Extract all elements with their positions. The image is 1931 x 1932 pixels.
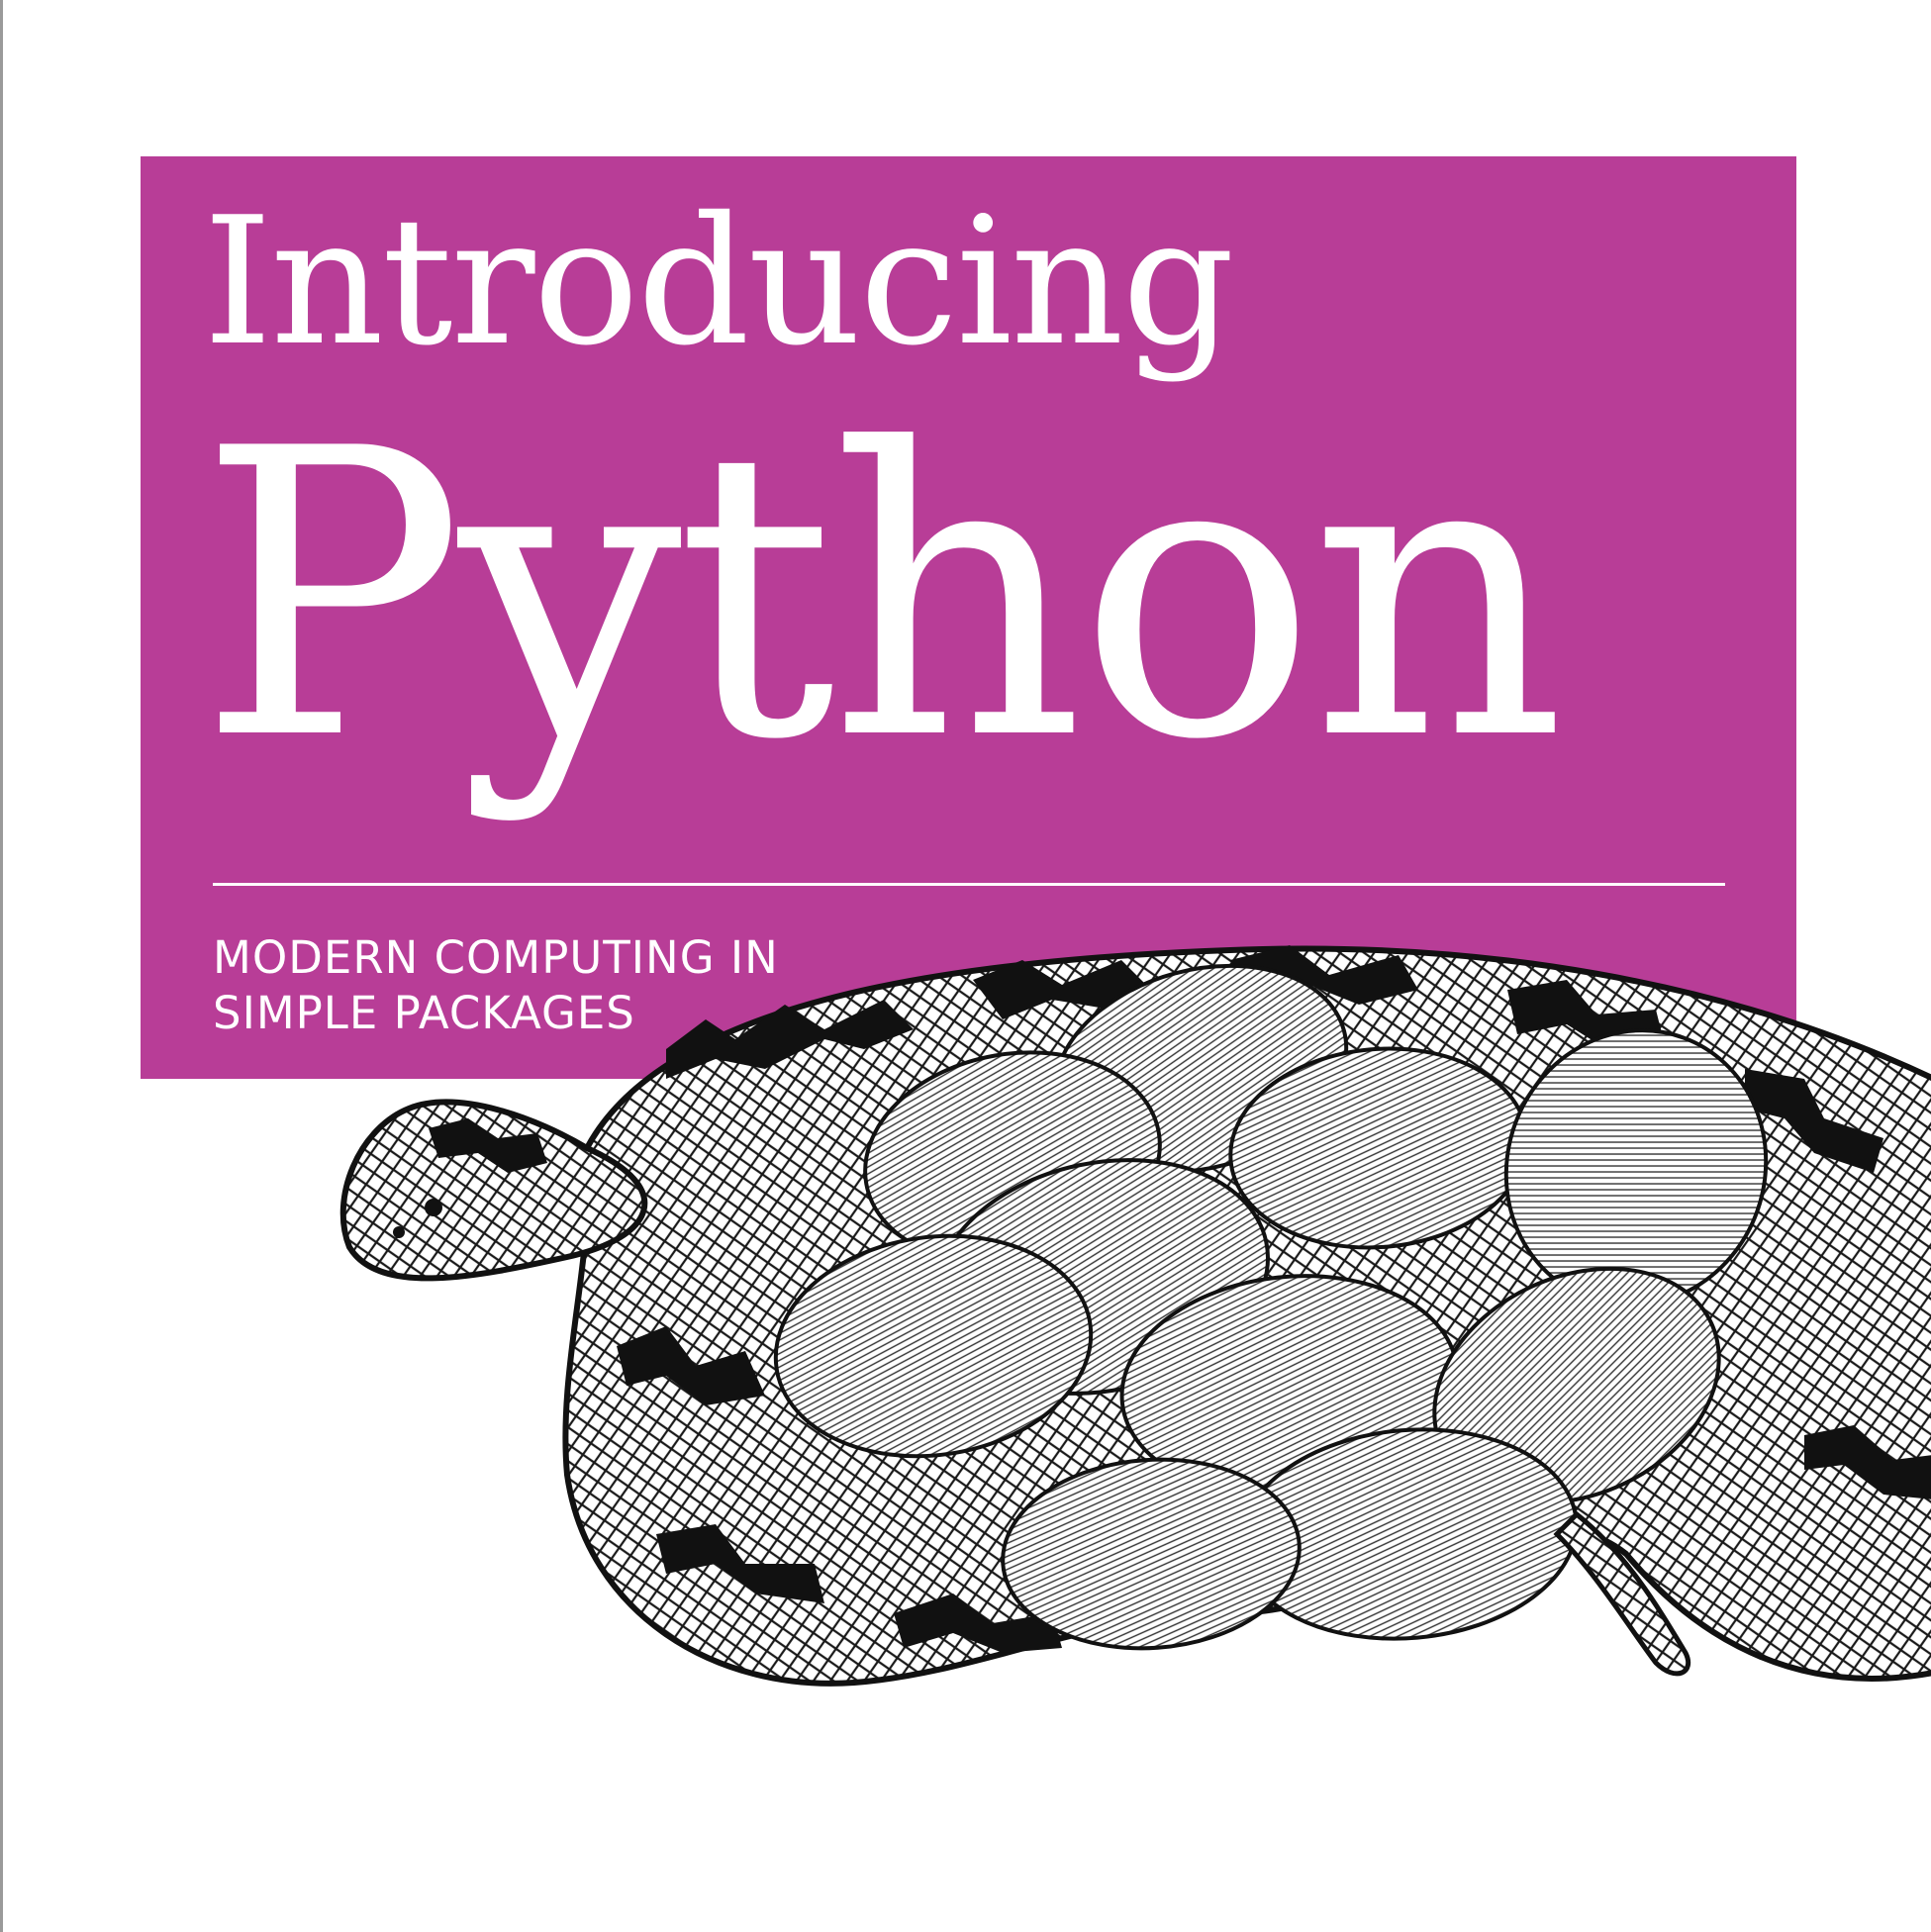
divider-rule (213, 883, 1725, 886)
book-cover: Introducing Python MODERN COMPUTING IN S… (0, 0, 1931, 1932)
title-python: Python (198, 366, 1566, 826)
snake-illustration (339, 945, 1931, 1687)
title-introducing: Introducing (203, 179, 1235, 384)
